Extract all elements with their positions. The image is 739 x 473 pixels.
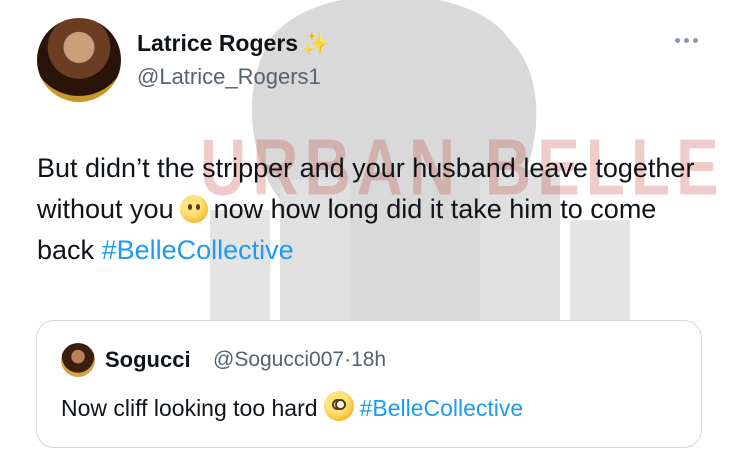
quoted-tweet-meta: @Sogucci007·18h [213, 348, 386, 372]
author-avatar[interactable] [37, 18, 121, 102]
quoted-tweet-time[interactable]: 18h [351, 348, 386, 371]
hashtag-link[interactable]: #BelleCollective [102, 235, 294, 265]
sparkles-icon: ✨ [302, 31, 330, 56]
quoted-tweet-text: Now cliff looking too hard #BelleCollecti… [61, 391, 523, 422]
author-handle[interactable]: @Latrice_Rogers1 [137, 64, 321, 90]
author-name[interactable]: Latrice Rogers ✨ [137, 30, 329, 57]
quoted-hashtag-link[interactable]: #BelleCollective [360, 395, 524, 421]
flushed-face-icon [323, 391, 354, 421]
thinking-face-icon [179, 195, 208, 223]
quoted-author-name[interactable]: Sogucci [105, 347, 191, 373]
tweet-text: But didn’t the stripper and your husband… [37, 148, 717, 271]
quoted-author-avatar[interactable] [61, 343, 95, 377]
quoted-text-body: Now cliff looking too hard [61, 395, 318, 421]
quoted-author-handle[interactable]: @Sogucci007 [213, 348, 344, 371]
quoted-tweet-card[interactable]: Sogucci @Sogucci007·18h Now cliff lookin… [36, 320, 702, 448]
more-horizontal-icon[interactable] [668, 30, 704, 50]
author-name-text[interactable]: Latrice Rogers [137, 30, 298, 56]
tweet: Latrice Rogers ✨ @Latrice_Rogers1 But did… [0, 0, 739, 473]
